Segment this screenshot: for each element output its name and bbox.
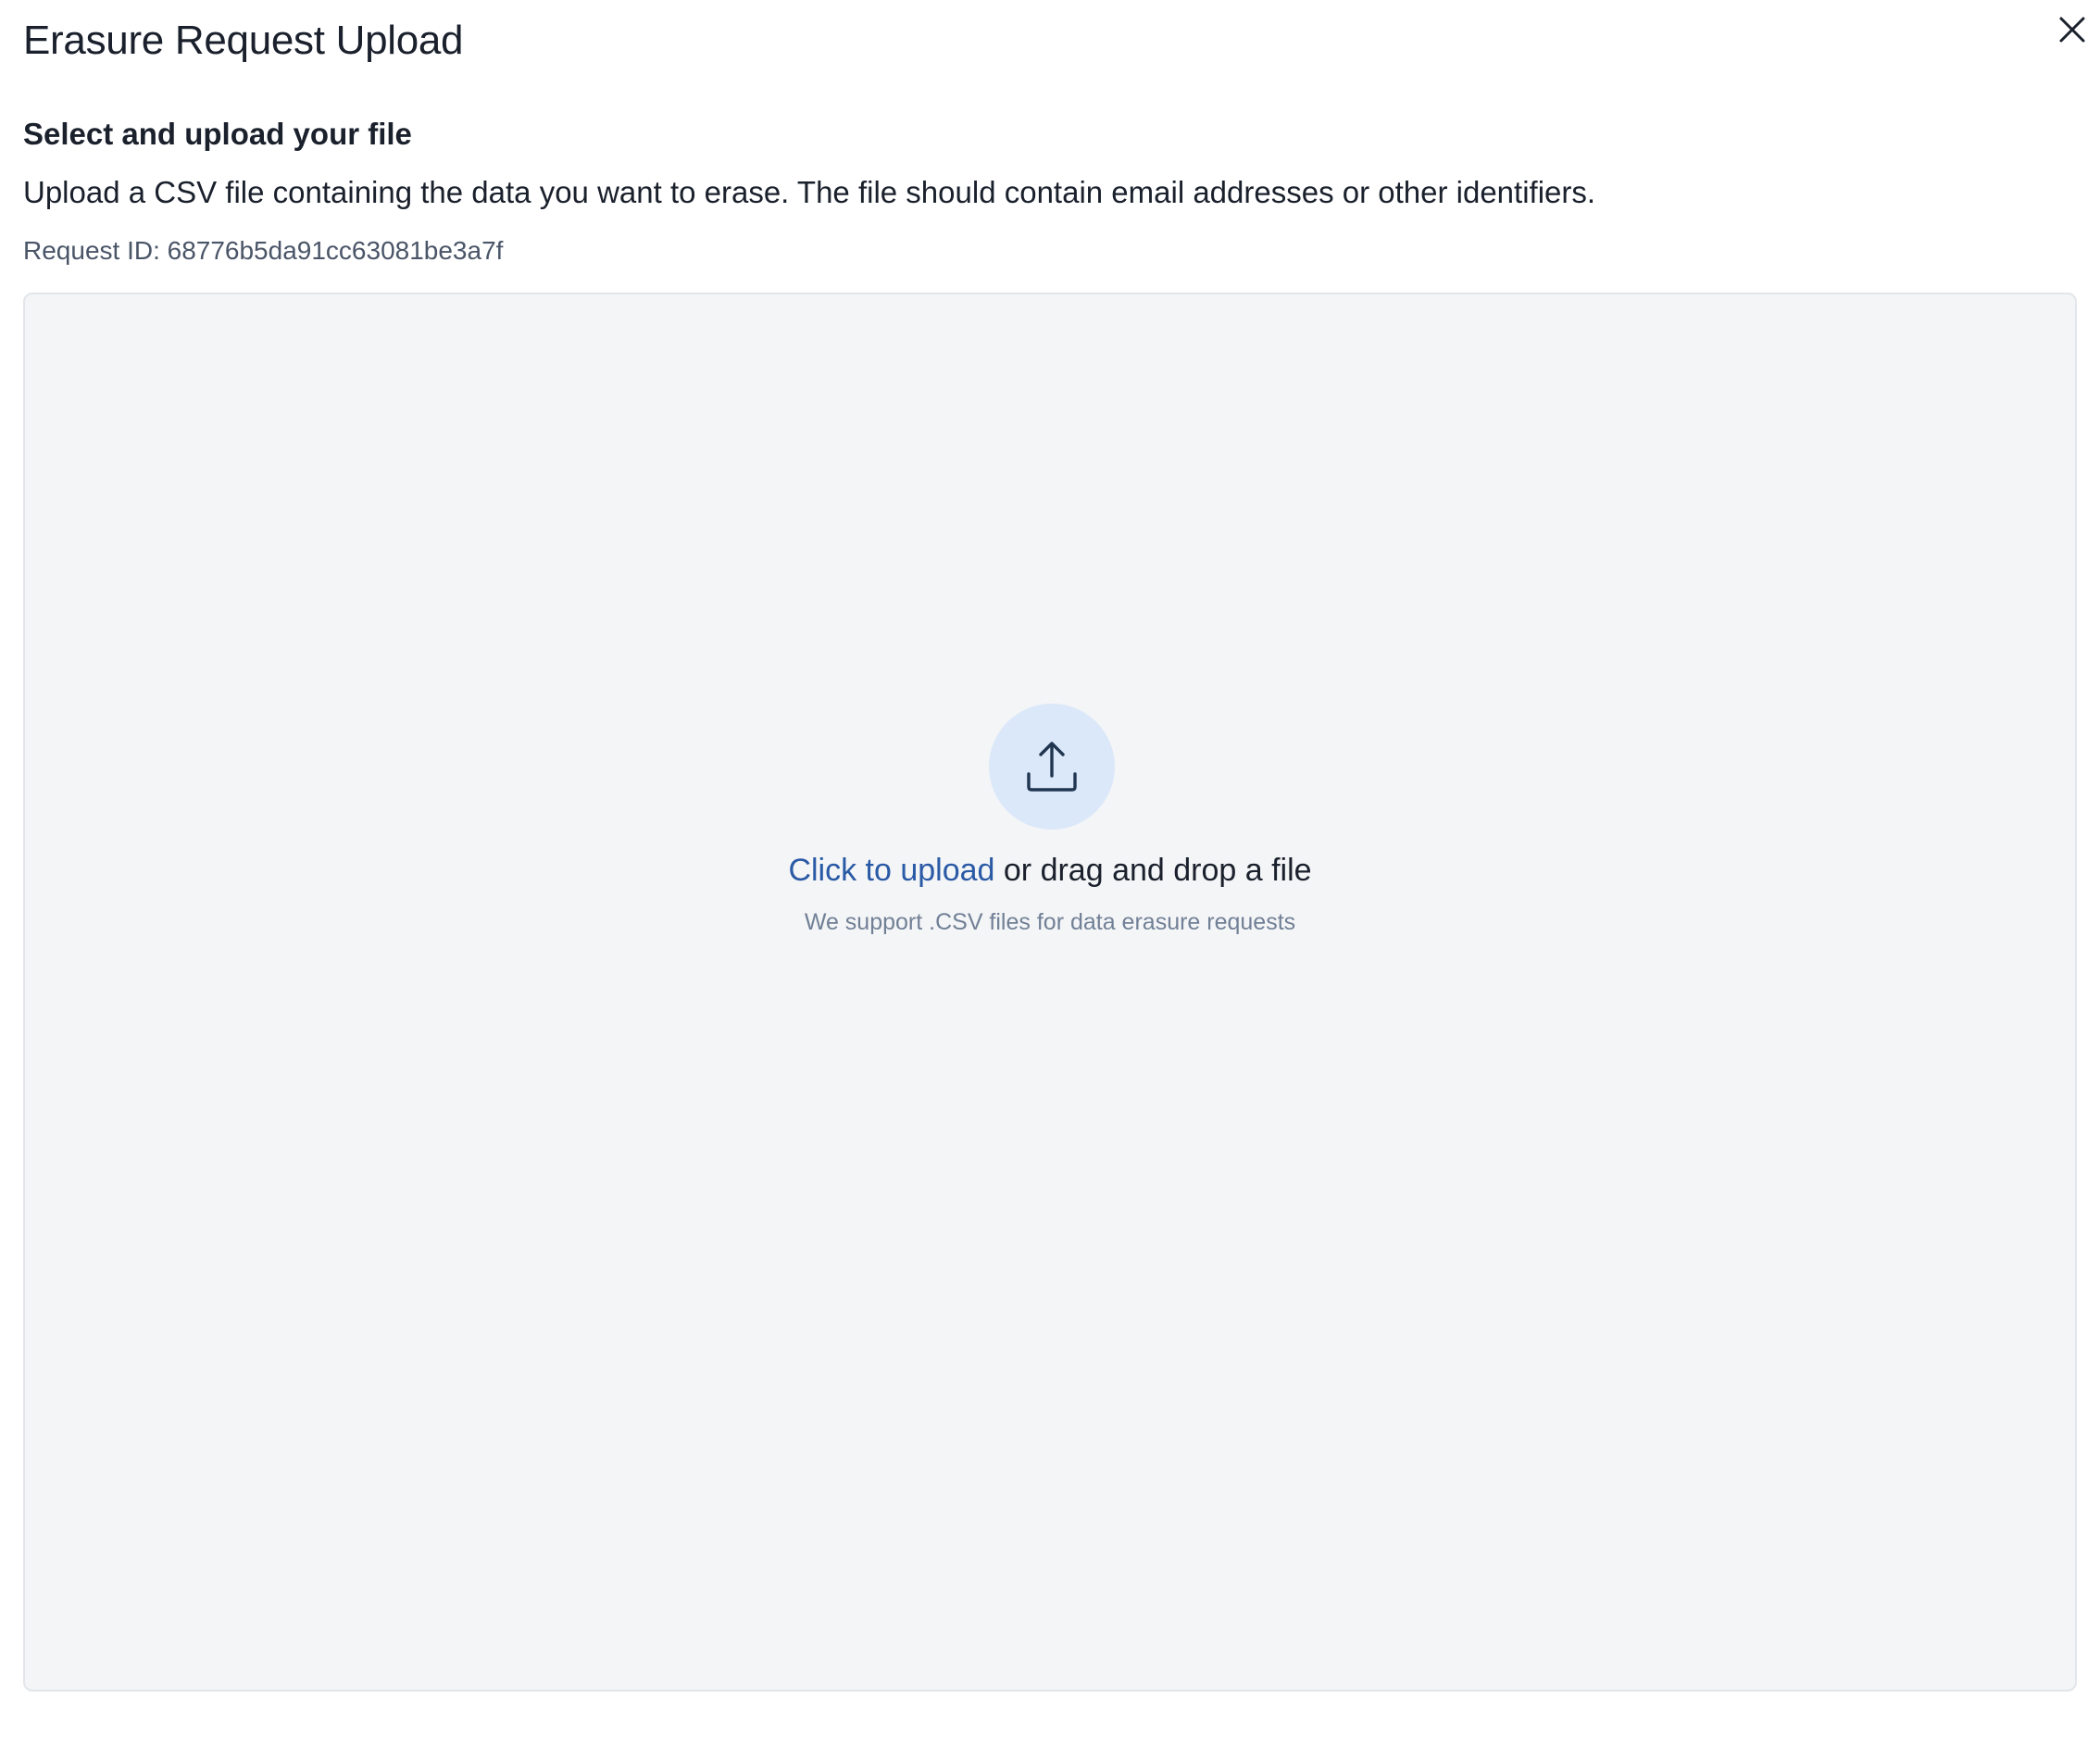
section-description: Upload a CSV file containing the data yo… (23, 175, 1596, 209)
drag-drop-text: or drag and drop a file (994, 853, 1312, 888)
section-heading: Select and upload your file (23, 117, 412, 151)
dialog-title: Erasure Request Upload (23, 18, 464, 63)
supported-formats-text: We support .CSV files for data erasure r… (804, 909, 1296, 935)
upload-icon-badge (989, 704, 1115, 830)
file-dropzone[interactable]: Click to upload or drag and drop a file … (23, 293, 2077, 1691)
upload-icon (1024, 741, 1080, 793)
close-button[interactable] (2052, 9, 2093, 50)
click-to-upload-link[interactable]: Click to upload (788, 853, 994, 888)
erasure-upload-dialog: Erasure Request Upload Select and upload… (0, 0, 2100, 1760)
upload-cta: Click to upload or drag and drop a file (25, 848, 2075, 892)
request-id: Request ID: 68776b5da91cc63081be3a7f (23, 236, 504, 265)
close-icon (2058, 16, 2086, 44)
